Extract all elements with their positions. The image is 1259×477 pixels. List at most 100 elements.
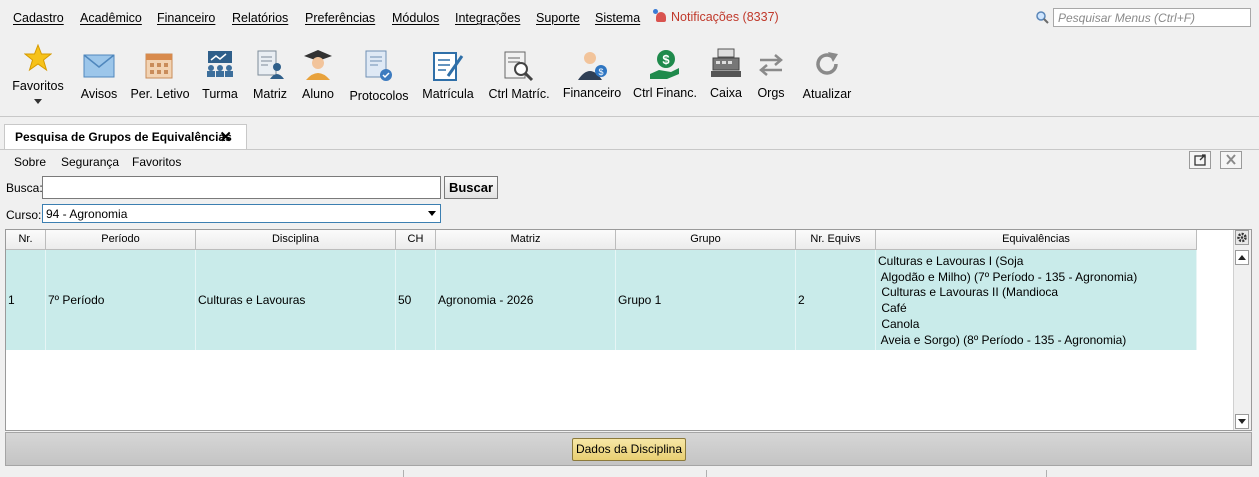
chevron-down-icon bbox=[34, 99, 42, 104]
column-header-periodo[interactable]: Período bbox=[46, 230, 196, 250]
toolbar-per-letivo-label: Per. Letivo bbox=[130, 87, 190, 101]
toolbar-aluno-label: Aluno bbox=[302, 87, 334, 101]
cash-register-icon bbox=[711, 48, 741, 77]
envelope-icon bbox=[83, 54, 115, 78]
curso-select[interactable]: 94 - Agronomia bbox=[42, 204, 441, 223]
toolbar-turma-label: Turma bbox=[202, 87, 238, 101]
menu-preferencias[interactable]: Preferências bbox=[305, 11, 375, 25]
submenu-sobre[interactable]: Sobre bbox=[14, 155, 46, 169]
svg-text:$: $ bbox=[662, 52, 670, 67]
menu-modulos[interactable]: Módulos bbox=[392, 11, 439, 25]
toolbar-protocolos-label: Protocolos bbox=[349, 89, 409, 103]
toolbar-favoritos-label: Favoritos bbox=[12, 79, 64, 93]
column-header-nr[interactable]: Nr. bbox=[6, 230, 46, 250]
finance-user-icon: $ bbox=[578, 52, 607, 80]
status-separator bbox=[1046, 470, 1047, 477]
notifications-label: Notificações (8337) bbox=[671, 10, 779, 24]
busca-label: Busca: bbox=[6, 181, 43, 195]
cell-nr[interactable]: 1 bbox=[6, 250, 46, 350]
menu-academico[interactable]: Acadêmico bbox=[80, 11, 142, 25]
toolbar-orgs-button[interactable]: Orgs bbox=[753, 34, 789, 114]
toolbar-aluno-button[interactable]: Aluno bbox=[296, 34, 340, 114]
toolbar-per-letivo-button[interactable]: Per. Letivo bbox=[128, 34, 192, 114]
toolbar-matricula-button[interactable]: Matrícula bbox=[420, 34, 476, 114]
menu-financeiro[interactable]: Financeiro bbox=[157, 11, 215, 25]
toolbar-turma-button[interactable]: Turma bbox=[198, 34, 242, 114]
menu-cadastro[interactable]: Cadastro bbox=[13, 11, 64, 25]
status-bar bbox=[0, 470, 1259, 477]
busca-input[interactable] bbox=[42, 176, 441, 199]
scroll-down-icon[interactable] bbox=[1235, 414, 1249, 429]
status-separator bbox=[706, 470, 707, 477]
column-header-matriz[interactable]: Matriz bbox=[436, 230, 616, 250]
chevron-down-icon bbox=[428, 211, 436, 216]
column-header-grupo[interactable]: Grupo bbox=[616, 230, 796, 250]
cell-equivalencias[interactable]: Culturas e Lavouras I (Soja Algodão e Mi… bbox=[876, 250, 1197, 350]
toolbar-ctrl-matric-button[interactable]: Ctrl Matríc. bbox=[486, 34, 552, 114]
cell-grupo[interactable]: Grupo 1 bbox=[616, 250, 796, 350]
toolbar-matriz-label: Matriz bbox=[252, 87, 288, 101]
toolbar-protocolos-button[interactable]: Protocolos bbox=[346, 34, 412, 114]
toolbar-ctrl-matric-label: Ctrl Matríc. bbox=[488, 87, 550, 101]
close-icon bbox=[1226, 154, 1236, 165]
cell-periodo[interactable]: 7º Período bbox=[46, 250, 196, 350]
protocol-document-icon bbox=[365, 50, 392, 81]
close-panel-button[interactable] bbox=[1220, 151, 1242, 169]
results-table: Nr. Período Disciplina CH Matriz Grupo N… bbox=[5, 229, 1252, 431]
sub-menu: Sobre Segurança Favoritos bbox=[0, 150, 1259, 174]
calendar-icon bbox=[145, 53, 173, 79]
menu-relatorios[interactable]: Relatórios bbox=[232, 11, 288, 25]
column-header-nr-equivs[interactable]: Nr. Equivs bbox=[796, 230, 876, 250]
refresh-icon bbox=[816, 52, 838, 75]
document-user-icon bbox=[257, 50, 284, 79]
search-icon bbox=[1036, 11, 1049, 24]
tab-pesquisa-grupos[interactable]: Pesquisa de Grupos de Equivalências ✕ bbox=[4, 124, 247, 149]
cell-nr-equivs[interactable]: 2 bbox=[796, 250, 876, 350]
dados-da-disciplina-button[interactable]: Dados da Disciplina bbox=[572, 438, 686, 461]
cell-matriz[interactable]: Agronomia - 2026 bbox=[436, 250, 616, 350]
notifications-link[interactable]: Notificações (8337) bbox=[653, 9, 779, 24]
toolbar-atualizar-button[interactable]: Atualizar bbox=[800, 34, 854, 114]
submenu-seguranca[interactable]: Segurança bbox=[61, 155, 119, 169]
column-header-ch[interactable]: CH bbox=[396, 230, 436, 250]
external-window-icon bbox=[1194, 154, 1206, 166]
toolbar-ctrl-financ-label: Ctrl Financ. bbox=[633, 86, 697, 100]
curso-label: Curso: bbox=[6, 208, 42, 222]
toolbar-financeiro-button[interactable]: $ Financeiro bbox=[560, 34, 624, 114]
svg-text:$: $ bbox=[598, 67, 603, 77]
column-header-equivalencias[interactable]: Equivalências bbox=[876, 230, 1197, 250]
toolbar-financeiro-label: Financeiro bbox=[562, 86, 622, 100]
vertical-scrollbar[interactable] bbox=[1233, 230, 1251, 430]
menu-suporte[interactable]: Suporte bbox=[536, 11, 580, 25]
toolbar-ctrl-financ-button[interactable]: $ Ctrl Financ. bbox=[632, 34, 698, 114]
menu-integracoes[interactable]: Integrações bbox=[455, 11, 520, 25]
toolbar-matricula-label: Matrícula bbox=[422, 87, 474, 101]
footer-bar: Dados da Disciplina bbox=[5, 432, 1252, 466]
status-separator bbox=[403, 470, 404, 477]
search-menus-input[interactable]: Pesquisar Menus (Ctrl+F) bbox=[1053, 8, 1251, 27]
toolbar-caixa-label: Caixa bbox=[710, 86, 742, 100]
toolbar-avisos-button[interactable]: Avisos bbox=[76, 34, 122, 114]
toolbar-favoritos-button[interactable]: Favoritos bbox=[10, 34, 66, 114]
toolbar: Favoritos Avisos Per. Letivo Turma Matri… bbox=[0, 34, 1259, 117]
curso-selected-value: 94 - Agronomia bbox=[46, 207, 128, 221]
popout-button[interactable] bbox=[1189, 151, 1211, 169]
toolbar-orgs-label: Orgs bbox=[757, 86, 785, 100]
buscar-button[interactable]: Buscar bbox=[444, 176, 498, 199]
scroll-up-icon[interactable] bbox=[1235, 250, 1249, 265]
enrollment-document-icon bbox=[433, 52, 464, 81]
classroom-icon bbox=[207, 51, 233, 77]
document-search-icon bbox=[504, 51, 534, 82]
cell-ch[interactable]: 50 bbox=[396, 250, 436, 350]
submenu-favoritos[interactable]: Favoritos bbox=[132, 155, 181, 169]
column-header-disciplina[interactable]: Disciplina bbox=[196, 230, 396, 250]
notification-bell-icon bbox=[653, 9, 666, 22]
cell-disciplina[interactable]: Culturas e Lavouras bbox=[196, 250, 396, 350]
close-icon[interactable]: ✕ bbox=[219, 128, 232, 146]
menu-bar: Cadastro Acadêmico Financeiro Relatórios… bbox=[0, 0, 1259, 34]
column-settings-icon[interactable] bbox=[1235, 230, 1249, 245]
toolbar-caixa-button[interactable]: Caixa bbox=[705, 34, 747, 114]
toolbar-atualizar-label: Atualizar bbox=[802, 87, 852, 101]
menu-sistema[interactable]: Sistema bbox=[595, 11, 640, 25]
toolbar-matriz-button[interactable]: Matriz bbox=[248, 34, 292, 114]
